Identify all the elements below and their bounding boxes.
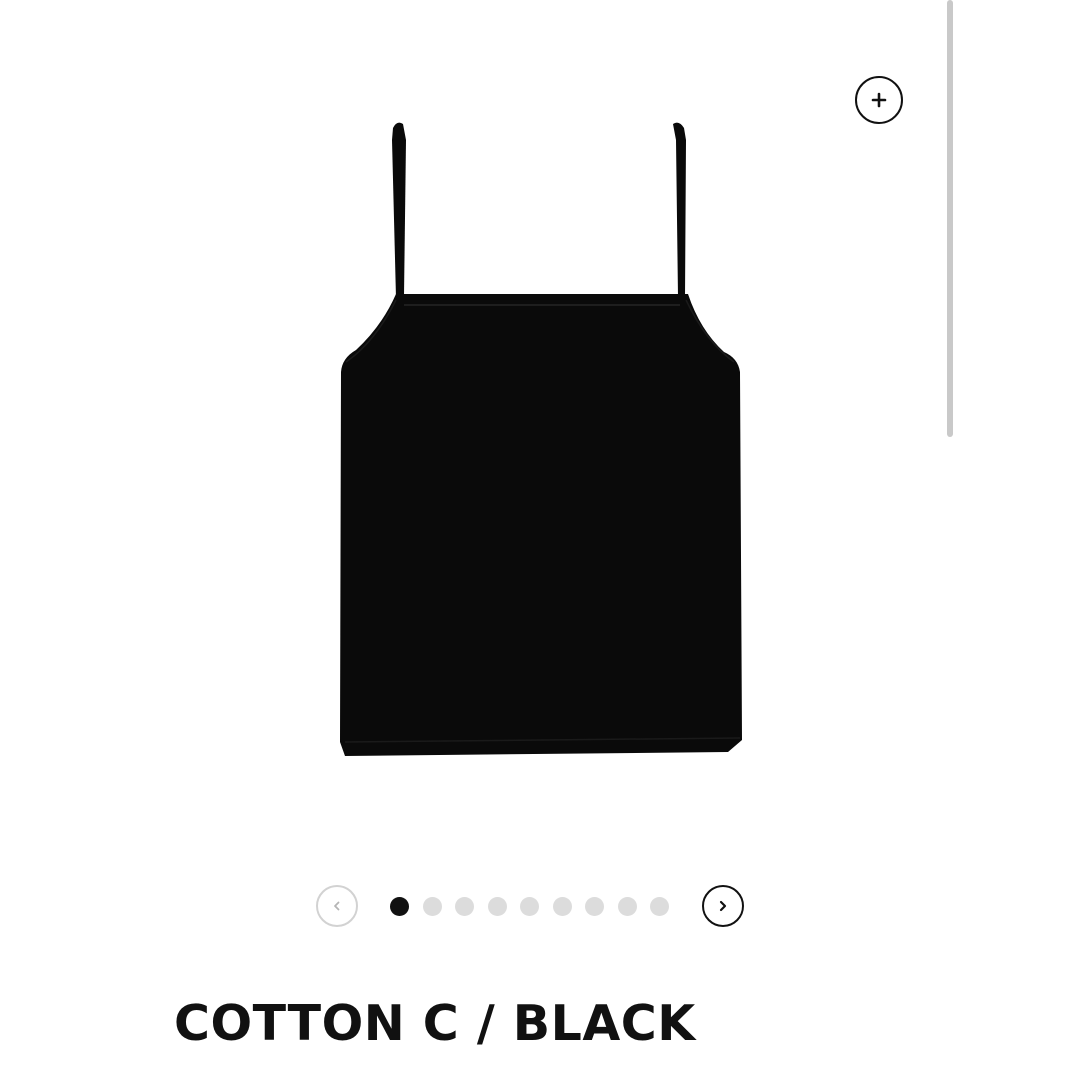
next-image-button[interactable] [702, 885, 744, 927]
carousel-dot-7[interactable] [585, 896, 604, 916]
carousel-dots [390, 895, 669, 917]
image-carousel-controls [316, 885, 746, 929]
carousel-dot-5[interactable] [520, 896, 539, 916]
product-image[interactable] [330, 118, 750, 760]
scrollbar-thumb[interactable] [947, 0, 953, 437]
plus-icon [871, 92, 887, 108]
chevron-left-icon [334, 901, 340, 911]
carousel-dot-9[interactable] [650, 896, 669, 916]
carousel-dot-4[interactable] [487, 896, 507, 916]
carousel-dot-2[interactable] [422, 896, 442, 916]
carousel-dot-6[interactable] [552, 896, 572, 916]
zoom-button[interactable] [855, 76, 903, 124]
carousel-dot-8[interactable] [617, 896, 637, 916]
carousel-dot-1[interactable] [390, 896, 409, 916]
chevron-right-icon [719, 900, 727, 912]
previous-image-button[interactable] [316, 885, 358, 927]
product-title: COTTON C / BLACK [174, 995, 696, 1052]
carousel-dot-3[interactable] [455, 896, 474, 916]
